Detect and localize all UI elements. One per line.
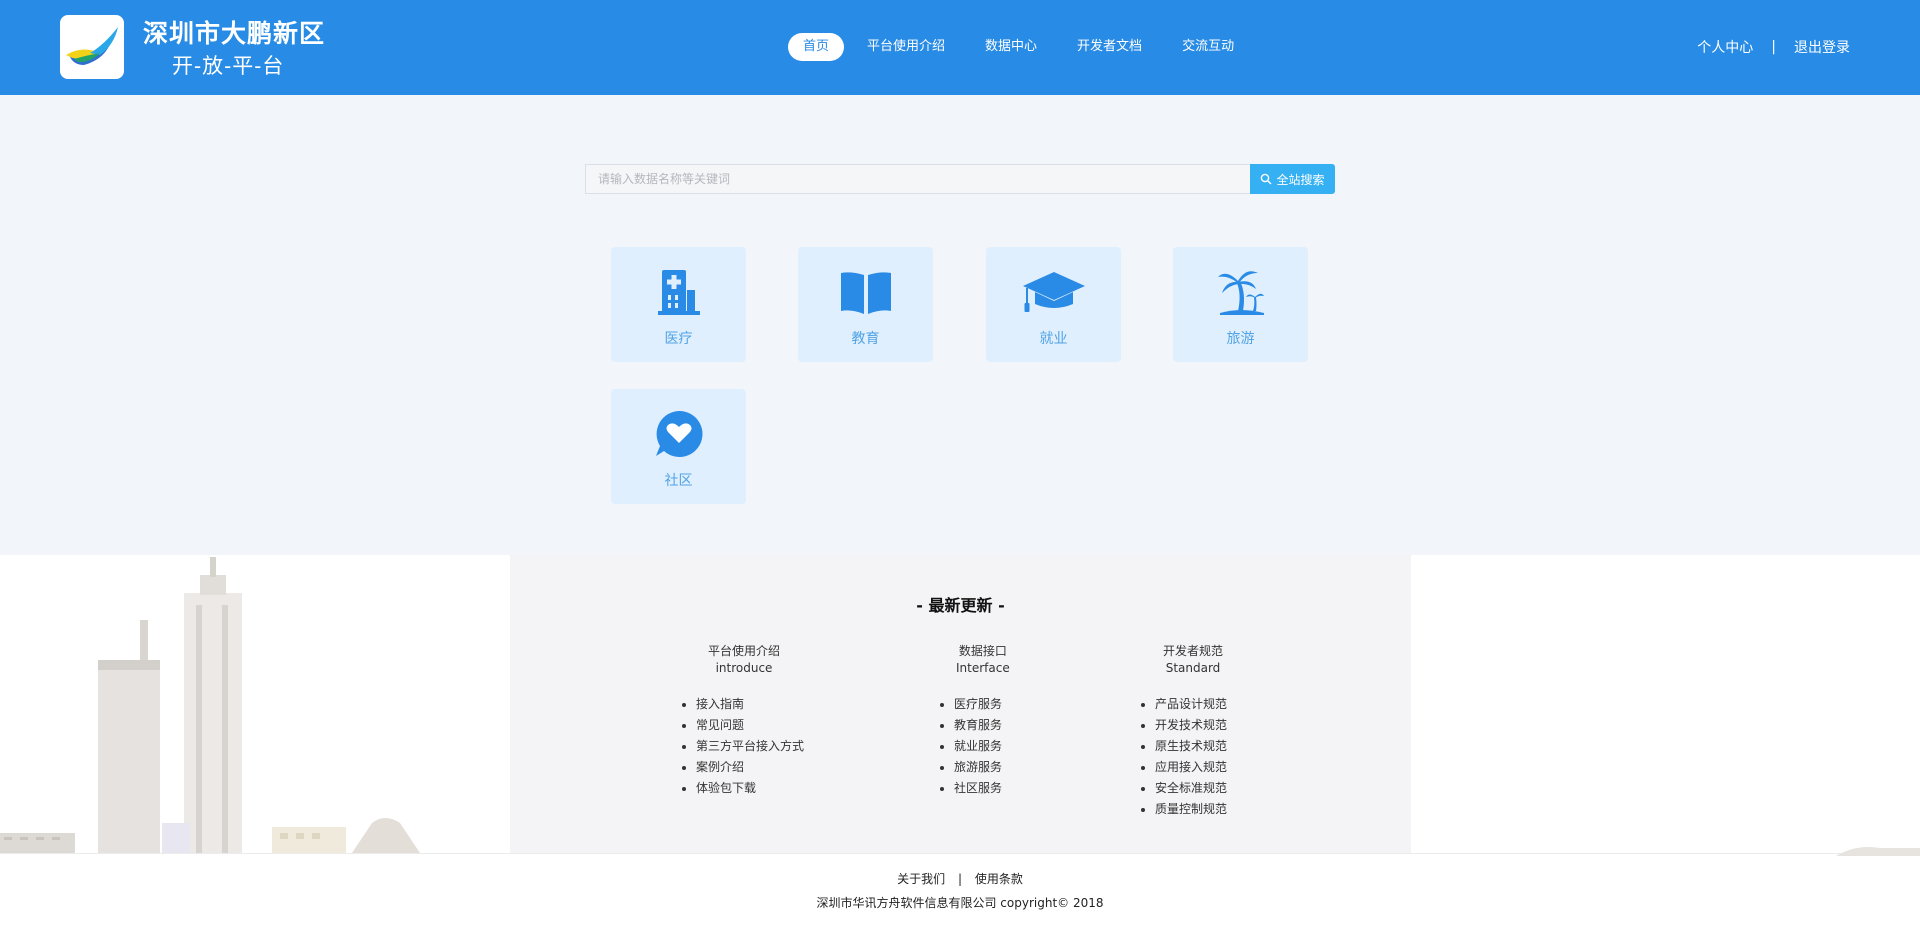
copyright-text: 深圳市华讯方舟软件信息有限公司 copyright© 2018: [816, 896, 1104, 910]
list-item[interactable]: 教育服务: [954, 715, 1010, 736]
nav-developer-docs[interactable]: 开发者文档: [1064, 33, 1155, 61]
main-nav: 首页 平台使用介绍 数据中心 开发者文档 交流互动: [788, 33, 1261, 61]
nav-platform-intro[interactable]: 平台使用介绍: [854, 33, 958, 61]
logout-link[interactable]: 退出登录: [1794, 37, 1850, 57]
link-list: 医疗服务 教育服务 就业服务 旅游服务 社区服务: [938, 694, 1010, 799]
palm-tree-icon: [1217, 271, 1264, 315]
link-list: 接入指南 常见问题 第三方平台接入方式 案例介绍 体验包下载: [680, 694, 804, 799]
brand-subtitle: 开-放-平-台: [172, 54, 285, 78]
search-button-label: 全站搜索: [1276, 172, 1325, 187]
list-item[interactable]: 就业服务: [954, 736, 1010, 757]
nav-community[interactable]: 交流互动: [1169, 33, 1247, 61]
updates-column-interface: 数据接口 Interface 医疗服务 教育服务 就业服务 旅游服务 社区服务: [938, 643, 1010, 799]
list-item[interactable]: 常见问题: [696, 715, 804, 736]
column-title-en: Standard: [1165, 661, 1221, 675]
search-icon: [1261, 173, 1272, 185]
list-item[interactable]: 原生技术规范: [1155, 736, 1227, 757]
bird-logo-icon: [66, 27, 118, 65]
heart-chat-icon: [655, 410, 702, 457]
latest-updates-section: - 最新更新 - 平台使用介绍 introduce 接入指南 常见问题 第三方平…: [510, 555, 1411, 853]
column-title-cn[interactable]: 开发者规范: [1159, 643, 1227, 660]
link-list: 产品设计规范 开发技术规范 原生技术规范 应用接入规范 安全标准规范 质量控制规…: [1139, 694, 1227, 820]
user-links-separator: |: [1771, 39, 1776, 55]
service-card-label: 医疗: [664, 331, 693, 347]
service-card-employment[interactable]: 就业: [986, 247, 1121, 362]
user-center-link[interactable]: 个人中心: [1697, 37, 1753, 57]
list-item[interactable]: 案例介绍: [696, 757, 804, 778]
list-item[interactable]: 质量控制规范: [1155, 799, 1227, 820]
top-header: 深圳市大鹏新区 开-放-平-台 首页 平台使用介绍 数据中心 开发者文档 交流互…: [0, 0, 1920, 95]
list-item[interactable]: 医疗服务: [954, 694, 1010, 715]
list-item[interactable]: 应用接入规范: [1155, 757, 1227, 778]
updates-column-standard: 开发者规范 Standard 产品设计规范 开发技术规范 原生技术规范 应用接入…: [1139, 643, 1227, 820]
list-item[interactable]: 第三方平台接入方式: [696, 736, 804, 757]
column-title-en: introduce: [715, 661, 773, 675]
decorative-rooftop: [1836, 847, 1920, 856]
terms-link[interactable]: 使用条款: [975, 872, 1023, 886]
site-search: 全站搜索: [585, 164, 1335, 194]
service-card-label: 就业: [1039, 331, 1068, 347]
list-item[interactable]: 社区服务: [954, 778, 1010, 799]
hospital-icon: [657, 270, 700, 315]
latest-updates-title: - 最新更新 -: [916, 596, 1005, 615]
service-card-community[interactable]: 社区: [611, 389, 746, 504]
updates-column-introduce: 平台使用介绍 introduce 接入指南 常见问题 第三方平台接入方式 案例介…: [680, 643, 804, 799]
service-card-tourism[interactable]: 旅游: [1173, 247, 1308, 362]
list-item[interactable]: 旅游服务: [954, 757, 1010, 778]
service-card-label: 旅游: [1226, 331, 1255, 347]
service-card-label: 教育: [851, 331, 880, 347]
list-item[interactable]: 体验包下载: [696, 778, 804, 799]
list-item[interactable]: 开发技术规范: [1155, 715, 1227, 736]
column-title-cn[interactable]: 数据接口: [956, 643, 1010, 660]
column-title-en: Interface: [956, 661, 1010, 675]
list-item[interactable]: 接入指南: [696, 694, 804, 715]
page-footer: 关于我们 | 使用条款 深圳市华讯方舟软件信息有限公司 copyright© 2…: [0, 847, 1920, 938]
service-card-label: 社区: [664, 473, 693, 489]
brand-title: 深圳市大鹏新区: [143, 19, 326, 48]
search-input[interactable]: [585, 164, 1250, 194]
footer-separator: |: [957, 872, 963, 886]
graduation-cap-icon: [1022, 272, 1085, 312]
user-links: 个人中心 | 退出登录: [1697, 37, 1850, 57]
service-card-education[interactable]: 教育: [798, 247, 933, 362]
about-us-link[interactable]: 关于我们: [897, 872, 945, 886]
nav-home[interactable]: 首页: [788, 33, 845, 61]
list-item[interactable]: 安全标准规范: [1155, 778, 1227, 799]
column-title-cn[interactable]: 平台使用介绍: [684, 643, 804, 660]
nav-data-center[interactable]: 数据中心: [972, 33, 1050, 61]
site-logo[interactable]: [60, 15, 124, 79]
search-button[interactable]: 全站搜索: [1250, 164, 1335, 194]
book-icon: [840, 272, 891, 314]
list-item[interactable]: 产品设计规范: [1155, 694, 1227, 715]
service-card-medical[interactable]: 医疗: [611, 247, 746, 362]
city-skyline-illustration: [0, 555, 510, 853]
